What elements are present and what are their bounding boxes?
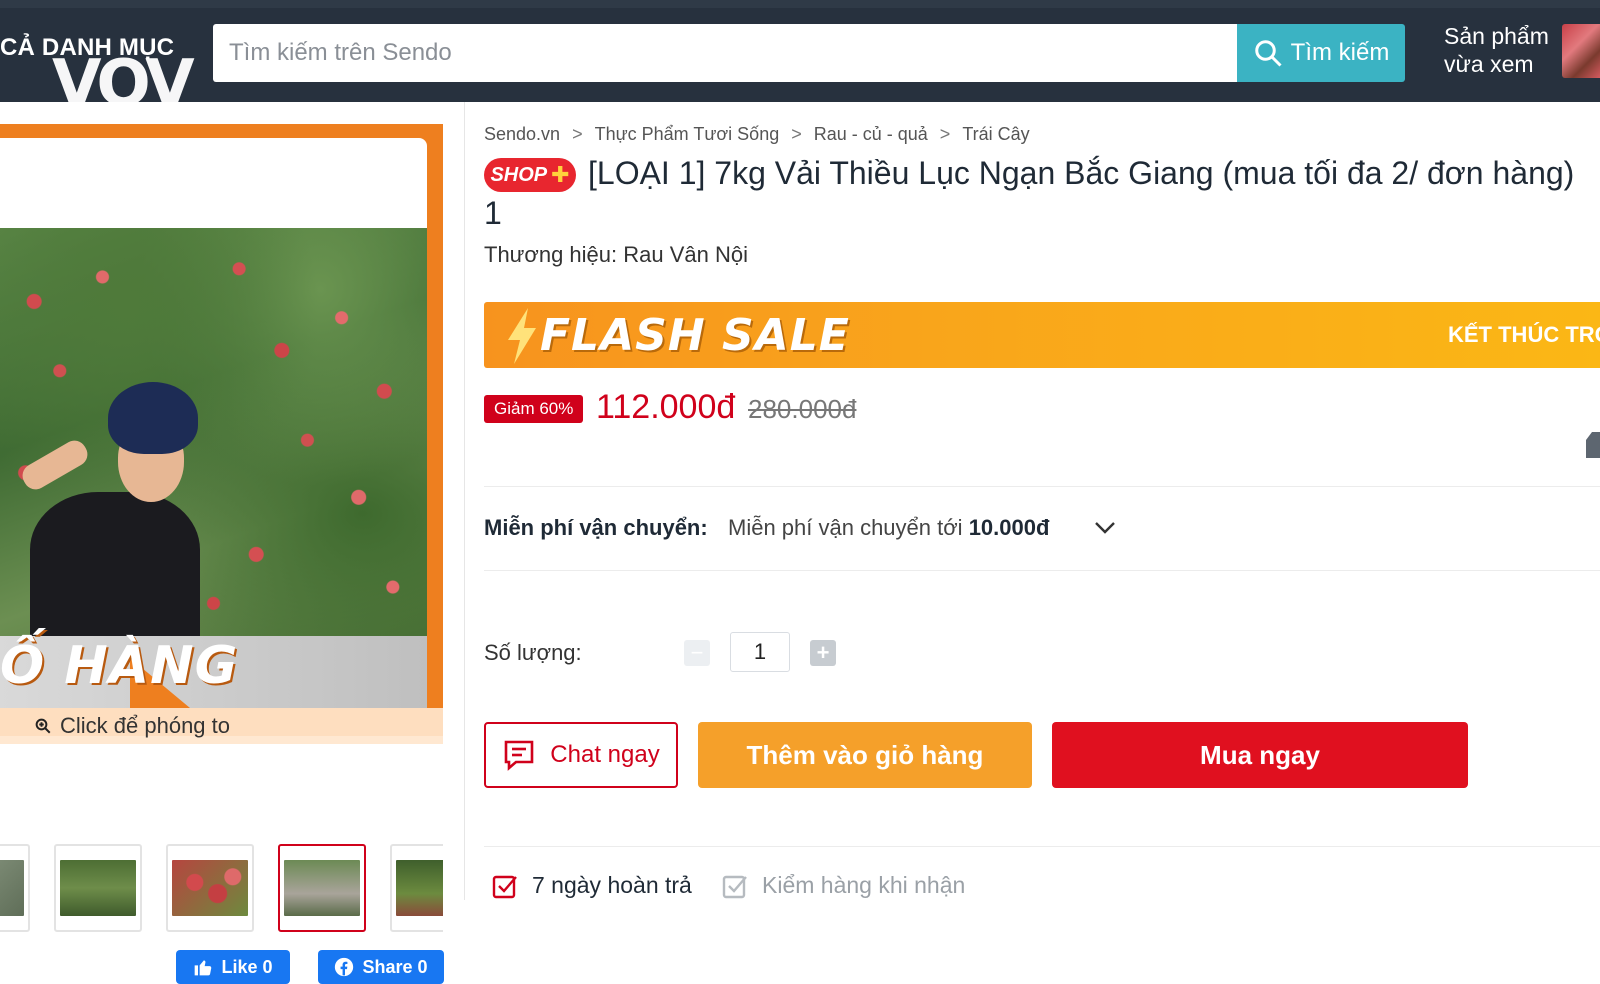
chat-now-button[interactable]: Chat ngay — [484, 722, 678, 788]
breadcrumb-separator: > — [572, 124, 583, 144]
thumbnail-image — [0, 860, 24, 916]
product-thumbnail[interactable] — [166, 844, 254, 932]
add-to-cart-button[interactable]: Thêm vào giỏ hàng — [698, 722, 1032, 788]
breadcrumb: Sendo.vn > Thực Phẩm Tươi Sống > Rau - củ - … — [484, 124, 1030, 145]
column-divider — [464, 102, 465, 900]
breadcrumb-link[interactable]: Sendo.vn — [484, 124, 560, 145]
main-product-image[interactable]: Ố HÀNG Click để phóng to — [0, 124, 443, 744]
flash-sale-label: FLASH SALE — [540, 310, 850, 361]
flash-sale-countdown-label: KẾT THÚC TRO — [1448, 322, 1600, 347]
lychee-orchard-photo — [0, 228, 427, 636]
brand-label: Thương hiệu: — [484, 242, 618, 267]
buy-now-button[interactable]: Mua ngay — [1052, 722, 1468, 788]
plus-icon: ✚ — [551, 162, 570, 187]
facebook-share-button[interactable]: Share 0 — [318, 950, 444, 984]
product-thumbnail[interactable] — [0, 844, 30, 932]
flash-sale-banner: FLASH SALE KẾT THÚC TRO — [484, 302, 1600, 368]
like-label: Like 0 — [221, 956, 273, 977]
facebook-icon — [335, 957, 354, 977]
search-box — [213, 24, 1237, 82]
image-banner-text: Ố HÀNG — [0, 636, 239, 696]
breadcrumb-link[interactable]: Thực Phẩm Tươi Sống — [595, 124, 780, 145]
divider — [484, 486, 1600, 487]
quantity-decrease-button[interactable]: − — [684, 640, 710, 666]
search-input[interactable] — [229, 39, 1237, 67]
zoom-icon — [35, 718, 51, 734]
thumbs-up-icon — [195, 960, 212, 976]
farmer-figure — [0, 382, 200, 636]
chevron-down-icon[interactable] — [1092, 518, 1118, 538]
top-strip — [0, 0, 1600, 8]
inspect-on-delivery-label: Kiểm hàng khi nhận — [762, 872, 966, 898]
checkbox-checked-icon — [722, 875, 747, 898]
quantity-increase-button[interactable]: + — [810, 640, 836, 666]
thumbnail-image — [60, 860, 136, 916]
share-label: Share 0 — [362, 956, 428, 977]
recently-viewed-line2: vừa xem — [1444, 51, 1534, 77]
product-thumbnail[interactable] — [54, 844, 142, 932]
breadcrumb-link[interactable]: Trái Cây — [962, 124, 1029, 145]
quantity-label: Số lượng: — [484, 640, 582, 665]
inspect-on-delivery-badge: Kiểm hàng khi nhận — [722, 872, 965, 899]
brand-name[interactable]: Rau Vân Nội — [623, 242, 748, 267]
zoom-hint-label: Click để phóng to — [60, 713, 230, 738]
thumbnail-strip — [0, 844, 443, 932]
chat-icon — [504, 740, 534, 771]
return-policy-badge: 7 ngày hoàn trả — [492, 872, 692, 899]
divider — [484, 846, 1600, 847]
return-policy-label: 7 ngày hoàn trả — [532, 872, 692, 898]
search-button[interactable]: Tìm kiếm — [1237, 24, 1405, 82]
search-icon — [1254, 40, 1282, 67]
shipping-value-prefix: Miễn phí vận chuyển tới — [728, 515, 963, 540]
chat-now-label: Chat ngay — [550, 741, 660, 768]
tag-icon[interactable] — [1586, 432, 1600, 458]
discount-badge: Giảm 60% — [484, 395, 584, 423]
thumbnail-image — [396, 860, 443, 916]
recently-viewed-thumbnail[interactable] — [1562, 24, 1600, 78]
top-header: CẢ DANH MỤC VOV Tìm kiếm Sản phẩm vừa xe… — [0, 0, 1600, 116]
breadcrumb-separator: > — [791, 124, 802, 144]
recently-viewed-line1: Sản phẩm — [1444, 23, 1549, 49]
sale-price: 112.000đ — [596, 388, 736, 426]
quantity-input[interactable] — [730, 632, 790, 672]
facebook-like-button[interactable]: Like 0 — [176, 950, 290, 984]
breadcrumb-link[interactable]: Rau - củ - quả — [814, 124, 928, 145]
breadcrumb-separator: > — [939, 124, 951, 144]
original-price: 280.000đ — [748, 394, 857, 424]
shipping-label: Miễn phí vận chuyển: — [484, 515, 708, 540]
zoom-hint[interactable]: Click để phóng to — [0, 708, 443, 744]
thumbnail-image — [284, 860, 360, 916]
divider — [484, 570, 1600, 571]
product-thumbnail[interactable] — [278, 844, 366, 932]
search-button-label: Tìm kiếm — [1290, 39, 1390, 66]
shipping-value-amount: 10.000đ — [968, 515, 1050, 540]
thumbnail-image — [172, 860, 248, 916]
recently-viewed-link[interactable]: Sản phẩm vừa xem — [1444, 22, 1549, 78]
product-title: [LOẠI 1] 7kg Vải Thiều Lục Ngạn Bắc Gian… — [484, 155, 1575, 231]
lightning-bolt-icon — [508, 308, 536, 364]
product-thumbnail[interactable] — [390, 844, 443, 932]
shop-plus-badge: SHOP ✚ — [484, 158, 576, 192]
shop-badge-label: SHOP — [490, 163, 548, 186]
checkbox-checked-icon — [492, 875, 517, 898]
shipping-value: Miễn phí vận chuyển tới 10.000đ — [728, 515, 1049, 541]
image-top-panel — [0, 138, 427, 228]
brand-line: Thương hiệu: Rau Vân Nội — [484, 242, 748, 268]
product-gallery: Ố HÀNG Click để phóng to Like 0 Share 0 — [0, 102, 464, 984]
